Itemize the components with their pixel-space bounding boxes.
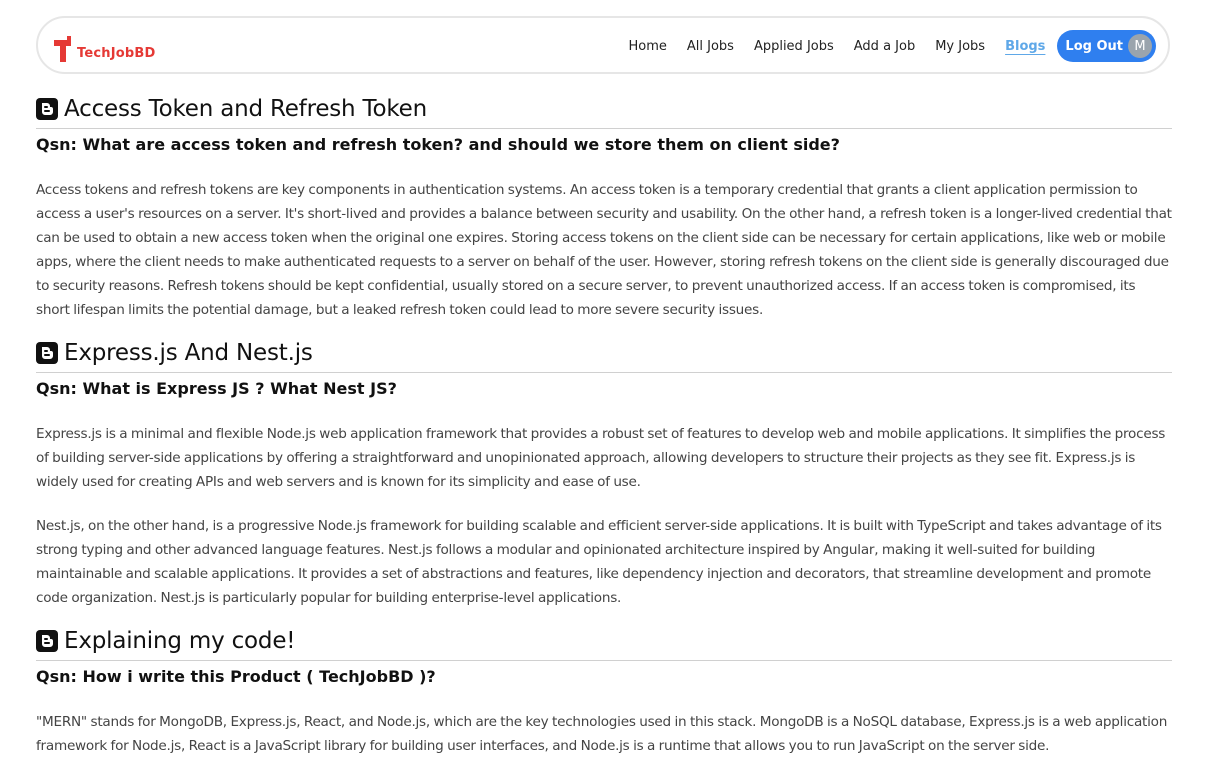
section-question: Qsn: What is Express JS ? What Nest JS? — [36, 379, 397, 398]
section-question: Qsn: How i write this Product ( TechJobB… — [36, 667, 436, 686]
nav-applied-jobs[interactable]: Applied Jobs — [754, 39, 834, 54]
section-header: Express.js And Nest.js — [36, 336, 1172, 373]
navbar: TechJobBD Home All Jobs Applied Jobs Add… — [36, 16, 1170, 74]
section-header: Explaining my code! — [36, 624, 1172, 661]
section-paragraph: Access tokens and refresh tokens are key… — [36, 182, 1172, 318]
nav-my-jobs[interactable]: My Jobs — [935, 39, 985, 54]
section-title: Access Token and Refresh Token — [64, 96, 427, 122]
blog-section-explaining-code: Explaining my code! Qsn: How i write thi… — [36, 624, 1172, 758]
nav-all-jobs[interactable]: All Jobs — [687, 39, 734, 54]
avatar[interactable]: M — [1128, 34, 1152, 58]
section-paragraph: Nest.js, on the other hand, is a progres… — [36, 518, 1162, 606]
nav-home[interactable]: Home — [628, 39, 666, 54]
section-header: Access Token and Refresh Token — [36, 92, 1172, 129]
techjobbd-logo-icon — [54, 36, 76, 62]
nav-blogs[interactable]: Blogs — [1005, 39, 1045, 54]
blog-section-express-nest: Express.js And Nest.js Qsn: What is Expr… — [36, 336, 1172, 610]
logout-label: Log Out — [1065, 38, 1123, 54]
logout-button[interactable]: Log Out M — [1057, 30, 1156, 62]
section-title: Express.js And Nest.js — [64, 340, 313, 366]
brand-name: TechJobBD — [77, 46, 156, 61]
section-paragraph: "MERN" stands for MongoDB, Express.js, R… — [36, 714, 1168, 754]
page: TechJobBD Home All Jobs Applied Jobs Add… — [0, 0, 1218, 768]
blog-section-access-token: Access Token and Refresh Token Qsn: What… — [36, 92, 1172, 322]
blogger-icon — [36, 98, 58, 120]
section-paragraph: Express.js is a minimal and flexible Nod… — [36, 426, 1166, 490]
section-question: Qsn: What are access token and refresh t… — [36, 135, 840, 154]
blog-content: Access Token and Refresh Token Qsn: What… — [36, 92, 1172, 772]
nav-links: Home All Jobs Applied Jobs Add a Job My … — [628, 18, 1156, 74]
section-title: Explaining my code! — [64, 628, 296, 654]
nav-add-job[interactable]: Add a Job — [854, 39, 915, 54]
blogger-icon — [36, 342, 58, 364]
brand-logo[interactable]: TechJobBD — [54, 32, 156, 62]
blogger-icon — [36, 630, 58, 652]
